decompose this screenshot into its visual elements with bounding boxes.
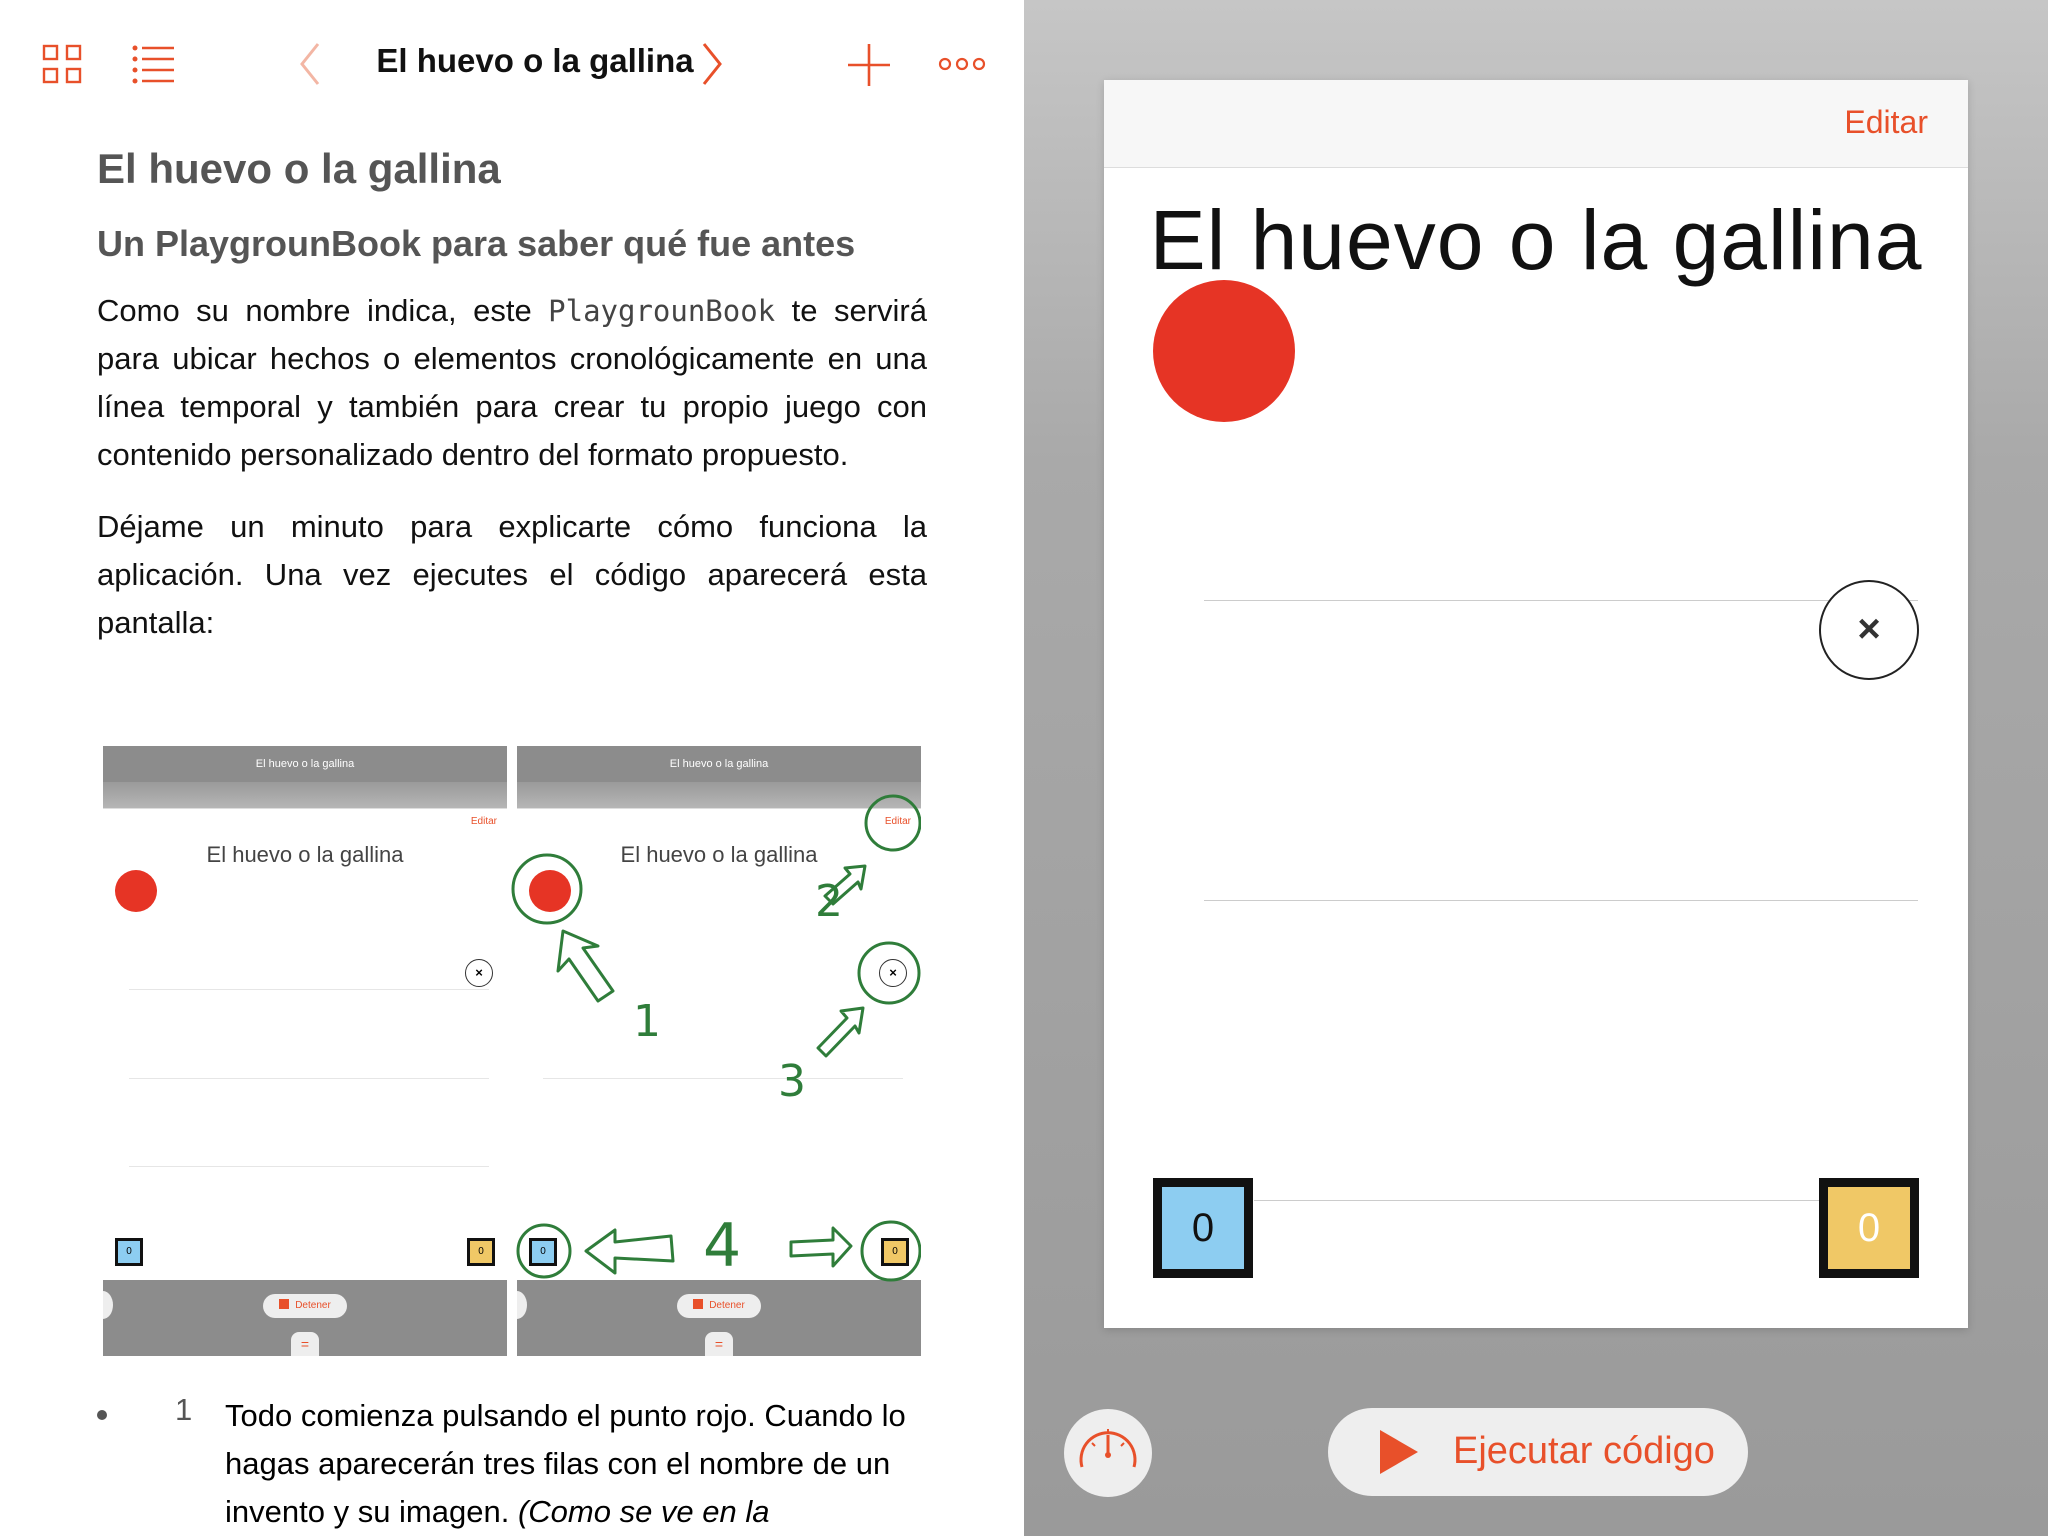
speed-button[interactable] — [1064, 1409, 1152, 1497]
annotation-4: 4 — [703, 1211, 741, 1281]
live-view-card: Editar El huevo o la gallina × 0 0 — [1104, 80, 1968, 1328]
start-red-dot[interactable] — [1153, 280, 1295, 422]
figure-annotations: 1 2 3 4 — [511, 794, 921, 1282]
live-view-pane: Editar El huevo o la gallina × 0 0 Ejecu… — [1024, 0, 2048, 1536]
chevron-right-icon[interactable] — [700, 42, 724, 86]
annotation-1: 1 — [633, 996, 661, 1047]
row-divider — [1204, 900, 1918, 901]
grid-icon[interactable] — [42, 44, 82, 84]
row-divider — [1204, 600, 1918, 601]
nav-title: El huevo o la gallina — [376, 42, 694, 79]
doc-subheading: Un PlaygrounBook para saber qué fue ante… — [97, 223, 856, 264]
score-yellow: 0 — [1819, 1178, 1919, 1278]
play-icon — [1380, 1430, 1418, 1474]
instructions-figure: El huevo o la gallina Editar El huevo o … — [103, 746, 921, 1356]
chevron-left-icon[interactable] — [298, 42, 322, 86]
row-divider — [1254, 1200, 1819, 1201]
doc-heading: El huevo o la gallina — [97, 145, 501, 192]
close-icon[interactable]: × — [1819, 580, 1919, 680]
run-code-label: Ejecutar código — [1453, 1430, 1715, 1472]
list-text: Todo comienza pulsando el punto rojo. Cu… — [225, 1398, 906, 1529]
speedometer-icon — [1079, 1429, 1137, 1468]
doc-paragraph-2: Déjame un minuto para explicarte cómo fu… — [97, 509, 927, 640]
list-number: 1 — [175, 1392, 193, 1427]
p1-code: PlaygrounBook — [548, 294, 776, 328]
run-code-button[interactable]: Ejecutar código — [1328, 1408, 1748, 1496]
score-blue: 0 — [1153, 1178, 1253, 1278]
doc-paragraph-1: Como su nombre indica, este PlaygrounBoo… — [97, 287, 927, 479]
game-title: El huevo o la gallina — [1149, 193, 1923, 287]
more-icon[interactable] — [938, 56, 986, 72]
edit-button[interactable]: Editar — [1844, 104, 1928, 141]
annotation-2: 2 — [815, 876, 843, 927]
p1-text-before: Como su nombre indica, este — [97, 293, 549, 328]
live-view-header — [1104, 80, 1968, 168]
document-body: El huevo o la gallina Un PlaygrounBook p… — [97, 145, 927, 671]
annotation-3: 3 — [778, 1056, 806, 1107]
plus-icon[interactable] — [848, 44, 890, 86]
list-icon[interactable] — [132, 44, 176, 84]
bullet-icon — [97, 1410, 107, 1420]
document-pane: El huevo o la gallina El huevo o la gall… — [0, 0, 1024, 1536]
